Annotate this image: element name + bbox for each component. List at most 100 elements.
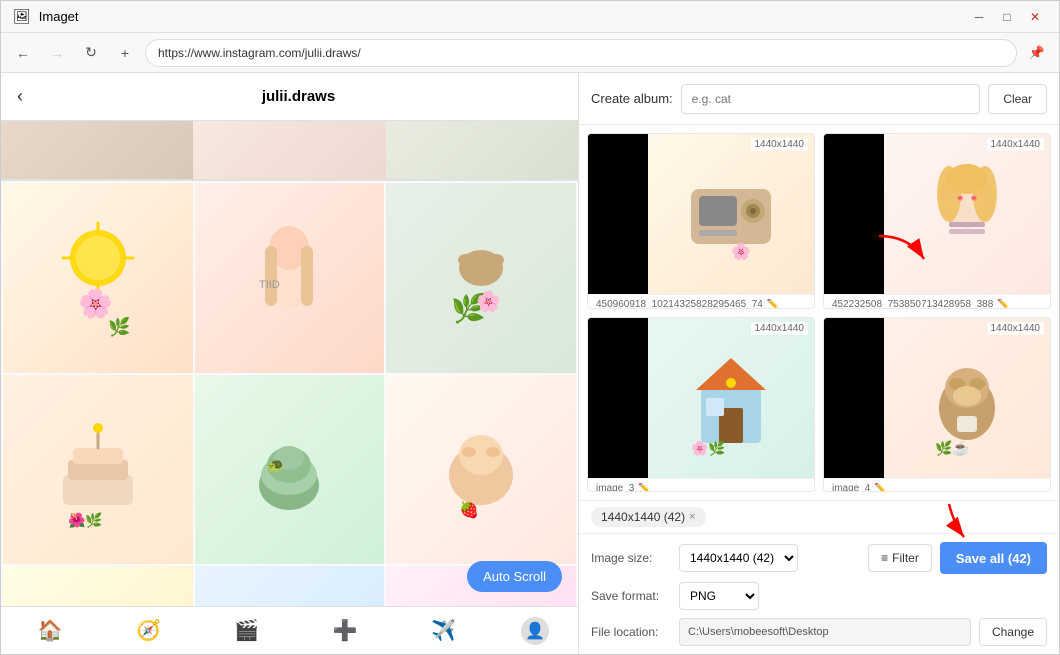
titlebar: 🖼 Imaget ─ □ ✕	[1, 1, 1059, 33]
grid-illustration: 🐣 🌸	[3, 566, 193, 606]
album-input[interactable]	[681, 84, 981, 114]
card-image-container: 1440x1440	[824, 318, 1050, 478]
image-grid: 🌸 🌿	[1, 181, 578, 606]
top-strip	[1, 121, 578, 181]
imaget-panel: Create album: Clear 1440x1440	[579, 73, 1059, 654]
filter-button[interactable]: ≡ Filter	[868, 544, 932, 572]
save-format-label: Save format:	[591, 589, 671, 603]
grid-cell[interactable]: 🌸 🌿	[3, 183, 193, 373]
clear-button[interactable]: Clear	[988, 84, 1047, 114]
card-filename: 452232508_753850713428958_388 ✏️	[832, 299, 1042, 309]
format-select[interactable]: PNG JPG WEBP	[679, 582, 759, 610]
refresh-button[interactable]: ↻	[77, 39, 105, 67]
instagram-panel: ‹ julii.draws	[1, 73, 579, 654]
grid-illustration: 🌿 🐱	[195, 566, 385, 606]
svg-text:🌸: 🌸	[731, 242, 751, 261]
app-icon: 🖼	[13, 8, 31, 25]
nav-profile-icon[interactable]: 👤	[521, 617, 549, 645]
image-card: 1440x1440 🌸	[587, 133, 815, 309]
edit-icon[interactable]: ✏️	[997, 299, 1009, 309]
image-card: 1440x1440	[823, 317, 1051, 493]
card-footer: image_3 ✏️ Save	[588, 478, 814, 493]
grid-cell[interactable]: TIID	[195, 183, 385, 373]
strip-image-2	[193, 121, 385, 181]
card-image-container: 1440x1440 🌸	[588, 134, 814, 294]
card-footer: 450960918_10214325828295465_74 ✏️ Save	[588, 294, 814, 309]
card-black-panel	[824, 318, 884, 478]
svg-text:🐢: 🐢	[267, 457, 284, 473]
top-strip-inner	[1, 121, 578, 181]
window-controls: ─ □ ✕	[967, 5, 1047, 29]
nav-reels-icon[interactable]: 🎬	[226, 610, 267, 651]
grid-illustration: 🌺🌿	[3, 375, 193, 565]
grid-cell[interactable]: 🌿 🌸	[386, 183, 576, 373]
controls-area: Image size: 1440x1440 (42) ≡ Filter Save…	[579, 533, 1059, 654]
card-illustration: 🌿☕	[884, 318, 1050, 478]
edit-icon[interactable]: ✏️	[767, 299, 779, 309]
card-dimensions: 1440x1440	[751, 138, 809, 151]
minimize-button[interactable]: ─	[967, 5, 991, 29]
grid-illustration: 🍓	[386, 375, 576, 565]
nav-home-icon[interactable]: 🏠	[30, 610, 71, 651]
card-image-container: 1440x1440	[824, 134, 1050, 294]
left-panel-content: 🌸 🌿	[1, 181, 578, 654]
edit-icon[interactable]: ✏️	[874, 483, 886, 493]
file-location-row: File location: Change	[591, 618, 1047, 646]
file-location-input[interactable]	[679, 618, 971, 646]
card-dimensions: 1440x1440	[987, 138, 1045, 151]
grid-cell[interactable]: 🍓	[386, 375, 576, 565]
card-dimensions: 1440x1440	[751, 322, 809, 335]
new-tab-button[interactable]: +	[111, 39, 139, 67]
album-creation-bar: Create album: Clear	[579, 73, 1059, 125]
close-button[interactable]: ✕	[1023, 5, 1047, 29]
image-card: 1440x1440 🌸🌿	[587, 317, 815, 493]
save-format-row: Save format: PNG JPG WEBP	[591, 582, 1047, 610]
maximize-button[interactable]: □	[995, 5, 1019, 29]
auto-scroll-button[interactable]: Auto Scroll	[467, 561, 562, 592]
forward-button[interactable]: →	[43, 39, 71, 67]
svg-text:🍓: 🍓	[459, 500, 479, 519]
file-location-label: File location:	[591, 625, 671, 639]
nav-explore-icon[interactable]: 🧭	[128, 610, 169, 651]
image-cards-area: 1440x1440 🌸	[579, 125, 1059, 500]
card-illustration: 🌸	[648, 134, 814, 294]
image-size-row: Image size: 1440x1440 (42) ≡ Filter Save…	[591, 542, 1047, 574]
app-title: Imaget	[39, 9, 79, 24]
image-size-select[interactable]: 1440x1440 (42)	[679, 544, 798, 572]
album-label: Create album:	[591, 91, 673, 106]
profile-name: julii.draws	[35, 88, 562, 105]
edit-icon[interactable]: ✏️	[638, 483, 650, 493]
card-filename: image_3 ✏️	[596, 483, 806, 493]
change-button[interactable]: Change	[979, 618, 1047, 646]
svg-text:🌿☕: 🌿☕	[935, 439, 970, 457]
nav-add-icon[interactable]: ➕	[325, 610, 366, 651]
address-bar[interactable]	[145, 39, 1017, 67]
tag-label: 1440x1440 (42)	[601, 510, 685, 524]
bottom-navigation: 🏠 🧭 🎬 ➕ ✈️ 👤	[1, 606, 578, 654]
grid-illustration: 🐢	[195, 375, 385, 565]
card-footer: image_4 ✏️ Save	[824, 478, 1050, 493]
grid-cell[interactable]: 🌿 🐱	[195, 566, 385, 606]
card-filename: image_4 ✏️	[832, 483, 1042, 493]
filter-tag: 1440x1440 (42) ×	[591, 507, 706, 527]
filter-label: Filter	[892, 551, 919, 565]
image-size-label: Image size:	[591, 551, 671, 565]
back-button[interactable]: ←	[9, 39, 37, 67]
svg-text:🌸: 🌸	[476, 289, 501, 313]
profile-back-button[interactable]: ‹	[17, 86, 23, 107]
card-black-panel	[588, 134, 648, 294]
grid-cell[interactable]: 🐣 🌸	[3, 566, 193, 606]
main-content: ‹ julii.draws	[1, 73, 1059, 654]
grid-illustration: 🌿 🌸	[386, 183, 576, 373]
image-card: 1440x1440	[823, 133, 1051, 309]
tag-remove-button[interactable]: ×	[689, 511, 695, 523]
card-filename: 450960918_10214325828295465_74 ✏️	[596, 299, 806, 309]
grid-cell[interactable]: 🐢	[195, 375, 385, 565]
image-grid-wrapper[interactable]: 🌸 🌿	[1, 181, 578, 606]
svg-text:🌿: 🌿	[108, 316, 130, 337]
strip-image-1	[1, 121, 193, 181]
browser-toolbar: ← → ↻ + 📌	[1, 33, 1059, 73]
nav-messages-icon[interactable]: ✈️	[423, 610, 464, 651]
svg-text:🌸🌿: 🌸🌿	[691, 440, 726, 457]
grid-cell[interactable]: 🌺🌿	[3, 375, 193, 565]
